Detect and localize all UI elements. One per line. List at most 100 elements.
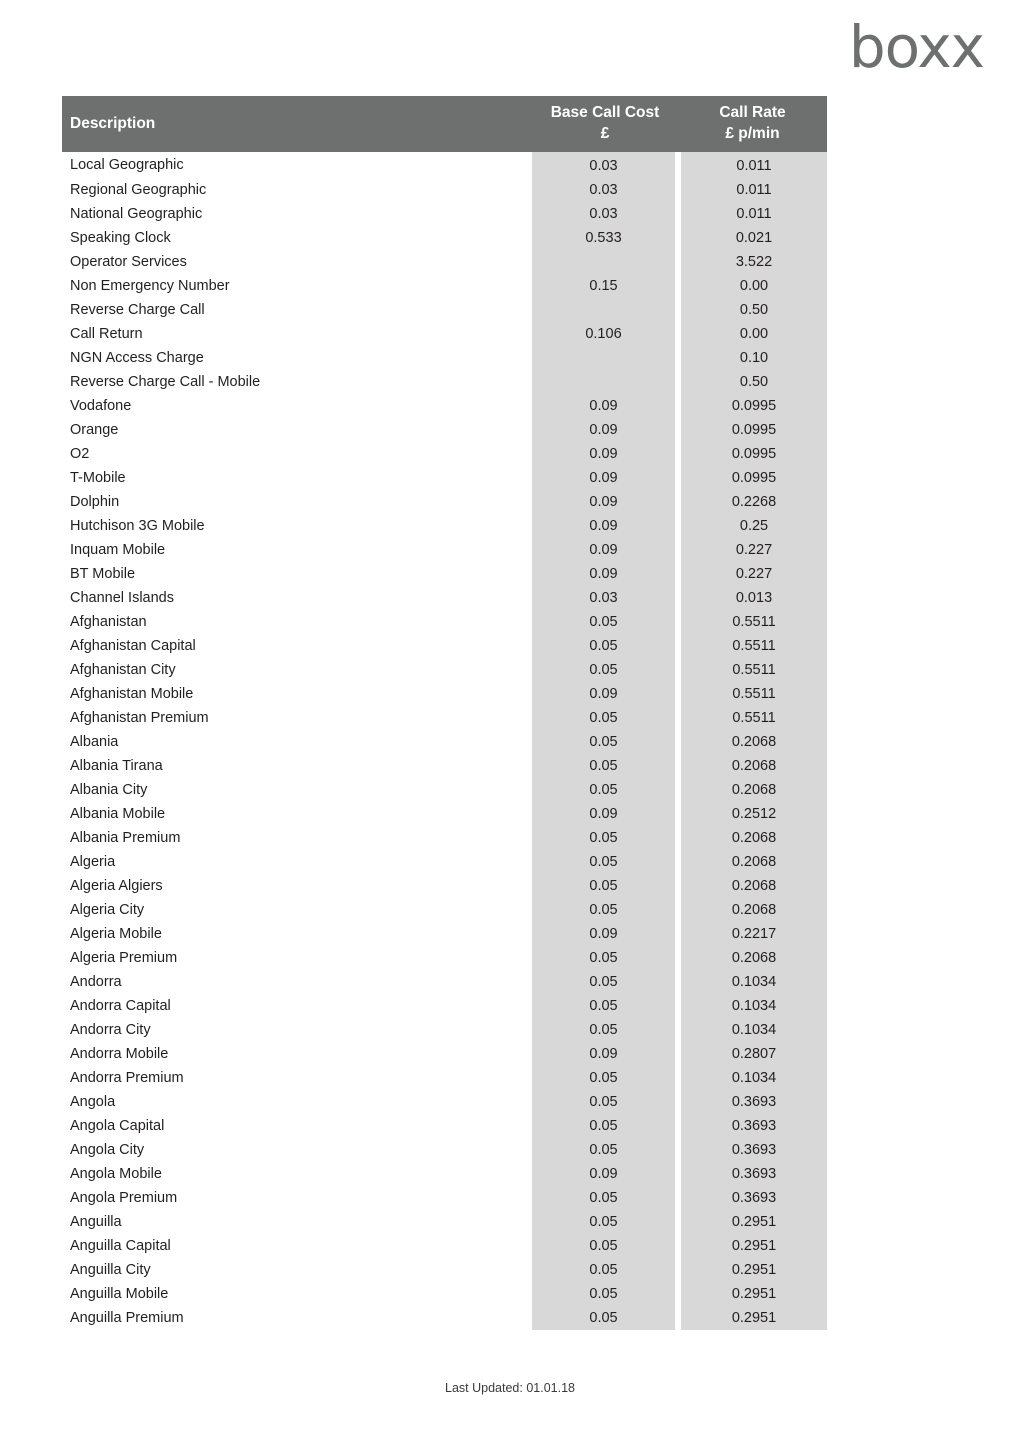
table-row: T-Mobile 0.09 0.0995 bbox=[62, 466, 827, 490]
cell-description: Hutchison 3G Mobile bbox=[62, 514, 532, 538]
cell-description: Anguilla Capital bbox=[62, 1234, 532, 1258]
cell-call-rate: 0.5511 bbox=[678, 706, 827, 730]
cell-base-call-cost: 0.09 bbox=[532, 466, 681, 490]
cell-description: Call Return bbox=[62, 322, 532, 346]
cell-description: Non Emergency Number bbox=[62, 274, 532, 298]
cell-call-rate: 0.0995 bbox=[678, 466, 827, 490]
cell-call-rate: 0.1034 bbox=[678, 1066, 827, 1090]
table-row: Algeria Mobile 0.09 0.2217 bbox=[62, 922, 827, 946]
cell-description: Reverse Charge Call bbox=[62, 298, 532, 322]
column-header-base-call-cost-unit: £ bbox=[600, 125, 610, 142]
cell-description: Albania City bbox=[62, 778, 532, 802]
cell-description: Albania Tirana bbox=[62, 754, 532, 778]
cell-description: Orange bbox=[62, 418, 532, 442]
table-row: Channel Islands 0.03 0.013 bbox=[62, 586, 827, 610]
table-row: Algeria Premium 0.05 0.2068 bbox=[62, 946, 827, 970]
cell-description: Algeria Mobile bbox=[62, 922, 532, 946]
cell-description: Vodafone bbox=[62, 394, 532, 418]
cell-base-call-cost: 0.05 bbox=[532, 898, 681, 922]
cell-call-rate: 0.00 bbox=[678, 274, 827, 298]
table-row: Albania Mobile 0.09 0.2512 bbox=[62, 802, 827, 826]
column-header-base-call-cost-title: Base Call Cost bbox=[550, 104, 660, 122]
cell-base-call-cost: 0.09 bbox=[532, 1042, 681, 1066]
cell-call-rate: 0.0995 bbox=[678, 442, 827, 466]
cell-base-call-cost: 0.106 bbox=[532, 322, 681, 346]
cell-call-rate: 0.25 bbox=[678, 514, 827, 538]
table-row: Vodafone 0.09 0.0995 bbox=[62, 394, 827, 418]
cell-call-rate: 0.227 bbox=[678, 538, 827, 562]
cell-call-rate: 0.3693 bbox=[678, 1114, 827, 1138]
cell-call-rate: 0.2217 bbox=[678, 922, 827, 946]
cell-base-call-cost: 0.05 bbox=[532, 706, 681, 730]
cell-base-call-cost: 0.09 bbox=[532, 562, 681, 586]
table-row: Operator Services 3.522 bbox=[62, 250, 827, 274]
table-row: Reverse Charge Call 0.50 bbox=[62, 298, 827, 322]
table-row: Non Emergency Number 0.15 0.00 bbox=[62, 274, 827, 298]
cell-call-rate: 3.522 bbox=[678, 250, 827, 274]
table-row: Dolphin 0.09 0.2268 bbox=[62, 490, 827, 514]
cell-description: Reverse Charge Call - Mobile bbox=[62, 370, 532, 394]
cell-description: T-Mobile bbox=[62, 466, 532, 490]
table-row: Angola Capital 0.05 0.3693 bbox=[62, 1114, 827, 1138]
cell-description: Angola Premium bbox=[62, 1186, 532, 1210]
footer-last-updated: Last Updated: 01.01.18 bbox=[445, 1381, 575, 1395]
table-row: Afghanistan City 0.05 0.5511 bbox=[62, 658, 827, 682]
cell-description: Andorra bbox=[62, 970, 532, 994]
table-row: Andorra Premium 0.05 0.1034 bbox=[62, 1066, 827, 1090]
cell-description: Andorra City bbox=[62, 1018, 532, 1042]
cell-base-call-cost: 0.05 bbox=[532, 946, 681, 970]
cell-description: Dolphin bbox=[62, 490, 532, 514]
column-header-call-rate-unit: £ p/min bbox=[725, 125, 780, 142]
cell-call-rate: 0.1034 bbox=[678, 970, 827, 994]
table-row: Afghanistan Mobile 0.09 0.5511 bbox=[62, 682, 827, 706]
cell-description: Albania Mobile bbox=[62, 802, 532, 826]
table-row: National Geographic 0.03 0.011 bbox=[62, 202, 827, 226]
table-row: Anguilla 0.05 0.2951 bbox=[62, 1210, 827, 1234]
table-body: Local Geographic 0.03 0.011 Regional Geogra… bbox=[62, 152, 827, 1330]
cell-description: Anguilla Premium bbox=[62, 1306, 532, 1330]
cell-base-call-cost: 0.05 bbox=[532, 994, 681, 1018]
column-header-call-rate-title: Call Rate bbox=[719, 104, 786, 122]
cell-base-call-cost: 0.05 bbox=[532, 826, 681, 850]
table-row: Andorra Mobile 0.09 0.2807 bbox=[62, 1042, 827, 1066]
cell-description: Afghanistan City bbox=[62, 658, 532, 682]
cell-call-rate: 0.50 bbox=[678, 370, 827, 394]
column-header-call-rate: Call Rate £ p/min bbox=[678, 96, 827, 152]
cell-description: Anguilla Mobile bbox=[62, 1282, 532, 1306]
cell-call-rate: 0.2068 bbox=[678, 754, 827, 778]
cell-call-rate: 0.1034 bbox=[678, 1018, 827, 1042]
table-row: Speaking Clock 0.533 0.021 bbox=[62, 226, 827, 250]
cell-description: Angola Capital bbox=[62, 1114, 532, 1138]
cell-base-call-cost: 0.05 bbox=[532, 970, 681, 994]
cell-call-rate: 0.50 bbox=[678, 298, 827, 322]
cell-call-rate: 0.2068 bbox=[678, 778, 827, 802]
cell-base-call-cost: 0.533 bbox=[532, 226, 681, 250]
brand-logo-text: boxx bbox=[848, 13, 985, 81]
table-row: Algeria City 0.05 0.2068 bbox=[62, 898, 827, 922]
cell-description: Anguilla City bbox=[62, 1258, 532, 1282]
table-row: O2 0.09 0.0995 bbox=[62, 442, 827, 466]
cell-base-call-cost: 0.05 bbox=[532, 1138, 681, 1162]
table-row: Andorra City 0.05 0.1034 bbox=[62, 1018, 827, 1042]
cell-description: Algeria Algiers bbox=[62, 874, 532, 898]
table-row: Afghanistan 0.05 0.5511 bbox=[62, 610, 827, 634]
cell-call-rate: 0.5511 bbox=[678, 634, 827, 658]
cell-base-call-cost: 0.09 bbox=[532, 802, 681, 826]
cell-description: Albania bbox=[62, 730, 532, 754]
cell-description: Inquam Mobile bbox=[62, 538, 532, 562]
cell-description: Andorra Premium bbox=[62, 1066, 532, 1090]
cell-base-call-cost: 0.05 bbox=[532, 1114, 681, 1138]
cell-description: BT Mobile bbox=[62, 562, 532, 586]
cell-base-call-cost: 0.05 bbox=[532, 658, 681, 682]
table-row: BT Mobile 0.09 0.227 bbox=[62, 562, 827, 586]
column-header-base-call-cost: Base Call Cost £ bbox=[532, 96, 678, 152]
cell-description: Angola City bbox=[62, 1138, 532, 1162]
cell-call-rate: 0.2068 bbox=[678, 826, 827, 850]
cell-description: Anguilla bbox=[62, 1210, 532, 1234]
table-row: Albania Tirana 0.05 0.2068 bbox=[62, 754, 827, 778]
cell-base-call-cost: 0.03 bbox=[532, 202, 681, 226]
cell-base-call-cost: 0.09 bbox=[532, 418, 681, 442]
table-header: Description Base Call Cost £ Call Rate £… bbox=[62, 96, 827, 152]
table-row: Angola City 0.05 0.3693 bbox=[62, 1138, 827, 1162]
cell-base-call-cost: 0.09 bbox=[532, 442, 681, 466]
